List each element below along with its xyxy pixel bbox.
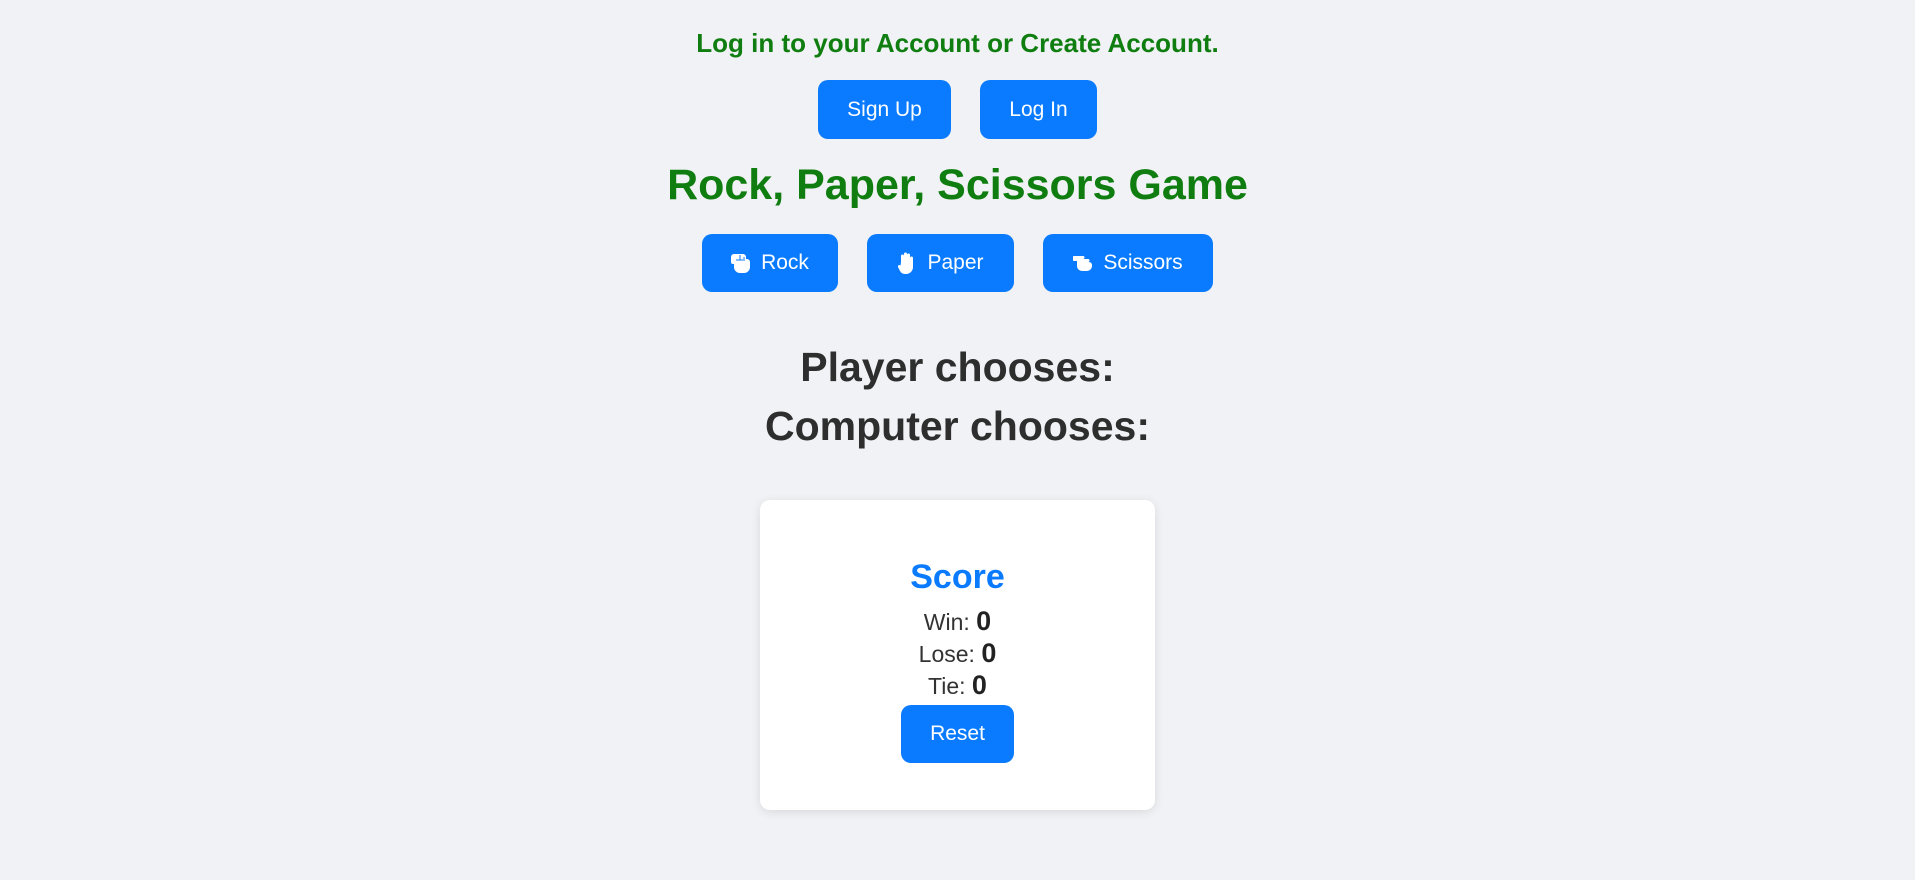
choices-display: Player chooses: Computer chooses: [765, 338, 1150, 456]
tie-label: Tie: [928, 673, 966, 699]
scissors-label: Scissors [1103, 251, 1183, 274]
win-line: Win: 0 [919, 605, 997, 637]
paper-button[interactable]: Paper [867, 234, 1014, 292]
auth-buttons: Sign Up Log In [818, 80, 1097, 139]
reset-button[interactable]: Reset [901, 705, 1014, 763]
game-title: Rock, Paper, Scissors Game [667, 161, 1248, 209]
fist-icon [731, 252, 751, 274]
player-choice: Player chooses: [800, 344, 1115, 390]
score-title: Score [910, 558, 1005, 596]
choice-buttons: Rock Paper Scissors [702, 234, 1213, 292]
score-card: Score Win: 0 Lose: 0 Tie: 0 Reset [760, 500, 1155, 810]
page: Log in to your Account or Create Account… [0, 0, 1915, 880]
win-label: Win: [923, 609, 970, 635]
open-hand-icon [897, 252, 917, 274]
tie-value: 0 [971, 670, 987, 700]
rock-label: Rock [761, 251, 809, 274]
auth-message: Log in to your Account or Create Account… [696, 28, 1219, 58]
computer-choice: Computer chooses: [765, 403, 1150, 449]
rock-button[interactable]: Rock [702, 234, 838, 292]
sign-up-button[interactable]: Sign Up [818, 80, 951, 139]
scissors-hand-icon [1071, 252, 1093, 274]
win-value: 0 [976, 606, 992, 636]
lose-label: Lose: [918, 641, 975, 667]
log-in-button[interactable]: Log In [980, 80, 1097, 139]
score-lines: Win: 0 Lose: 0 Tie: 0 [919, 605, 997, 701]
paper-label: Paper [927, 251, 984, 274]
lose-value: 0 [981, 638, 997, 668]
lose-line: Lose: 0 [919, 637, 997, 669]
tie-line: Tie: 0 [919, 669, 997, 701]
scissors-button[interactable]: Scissors [1043, 234, 1213, 292]
